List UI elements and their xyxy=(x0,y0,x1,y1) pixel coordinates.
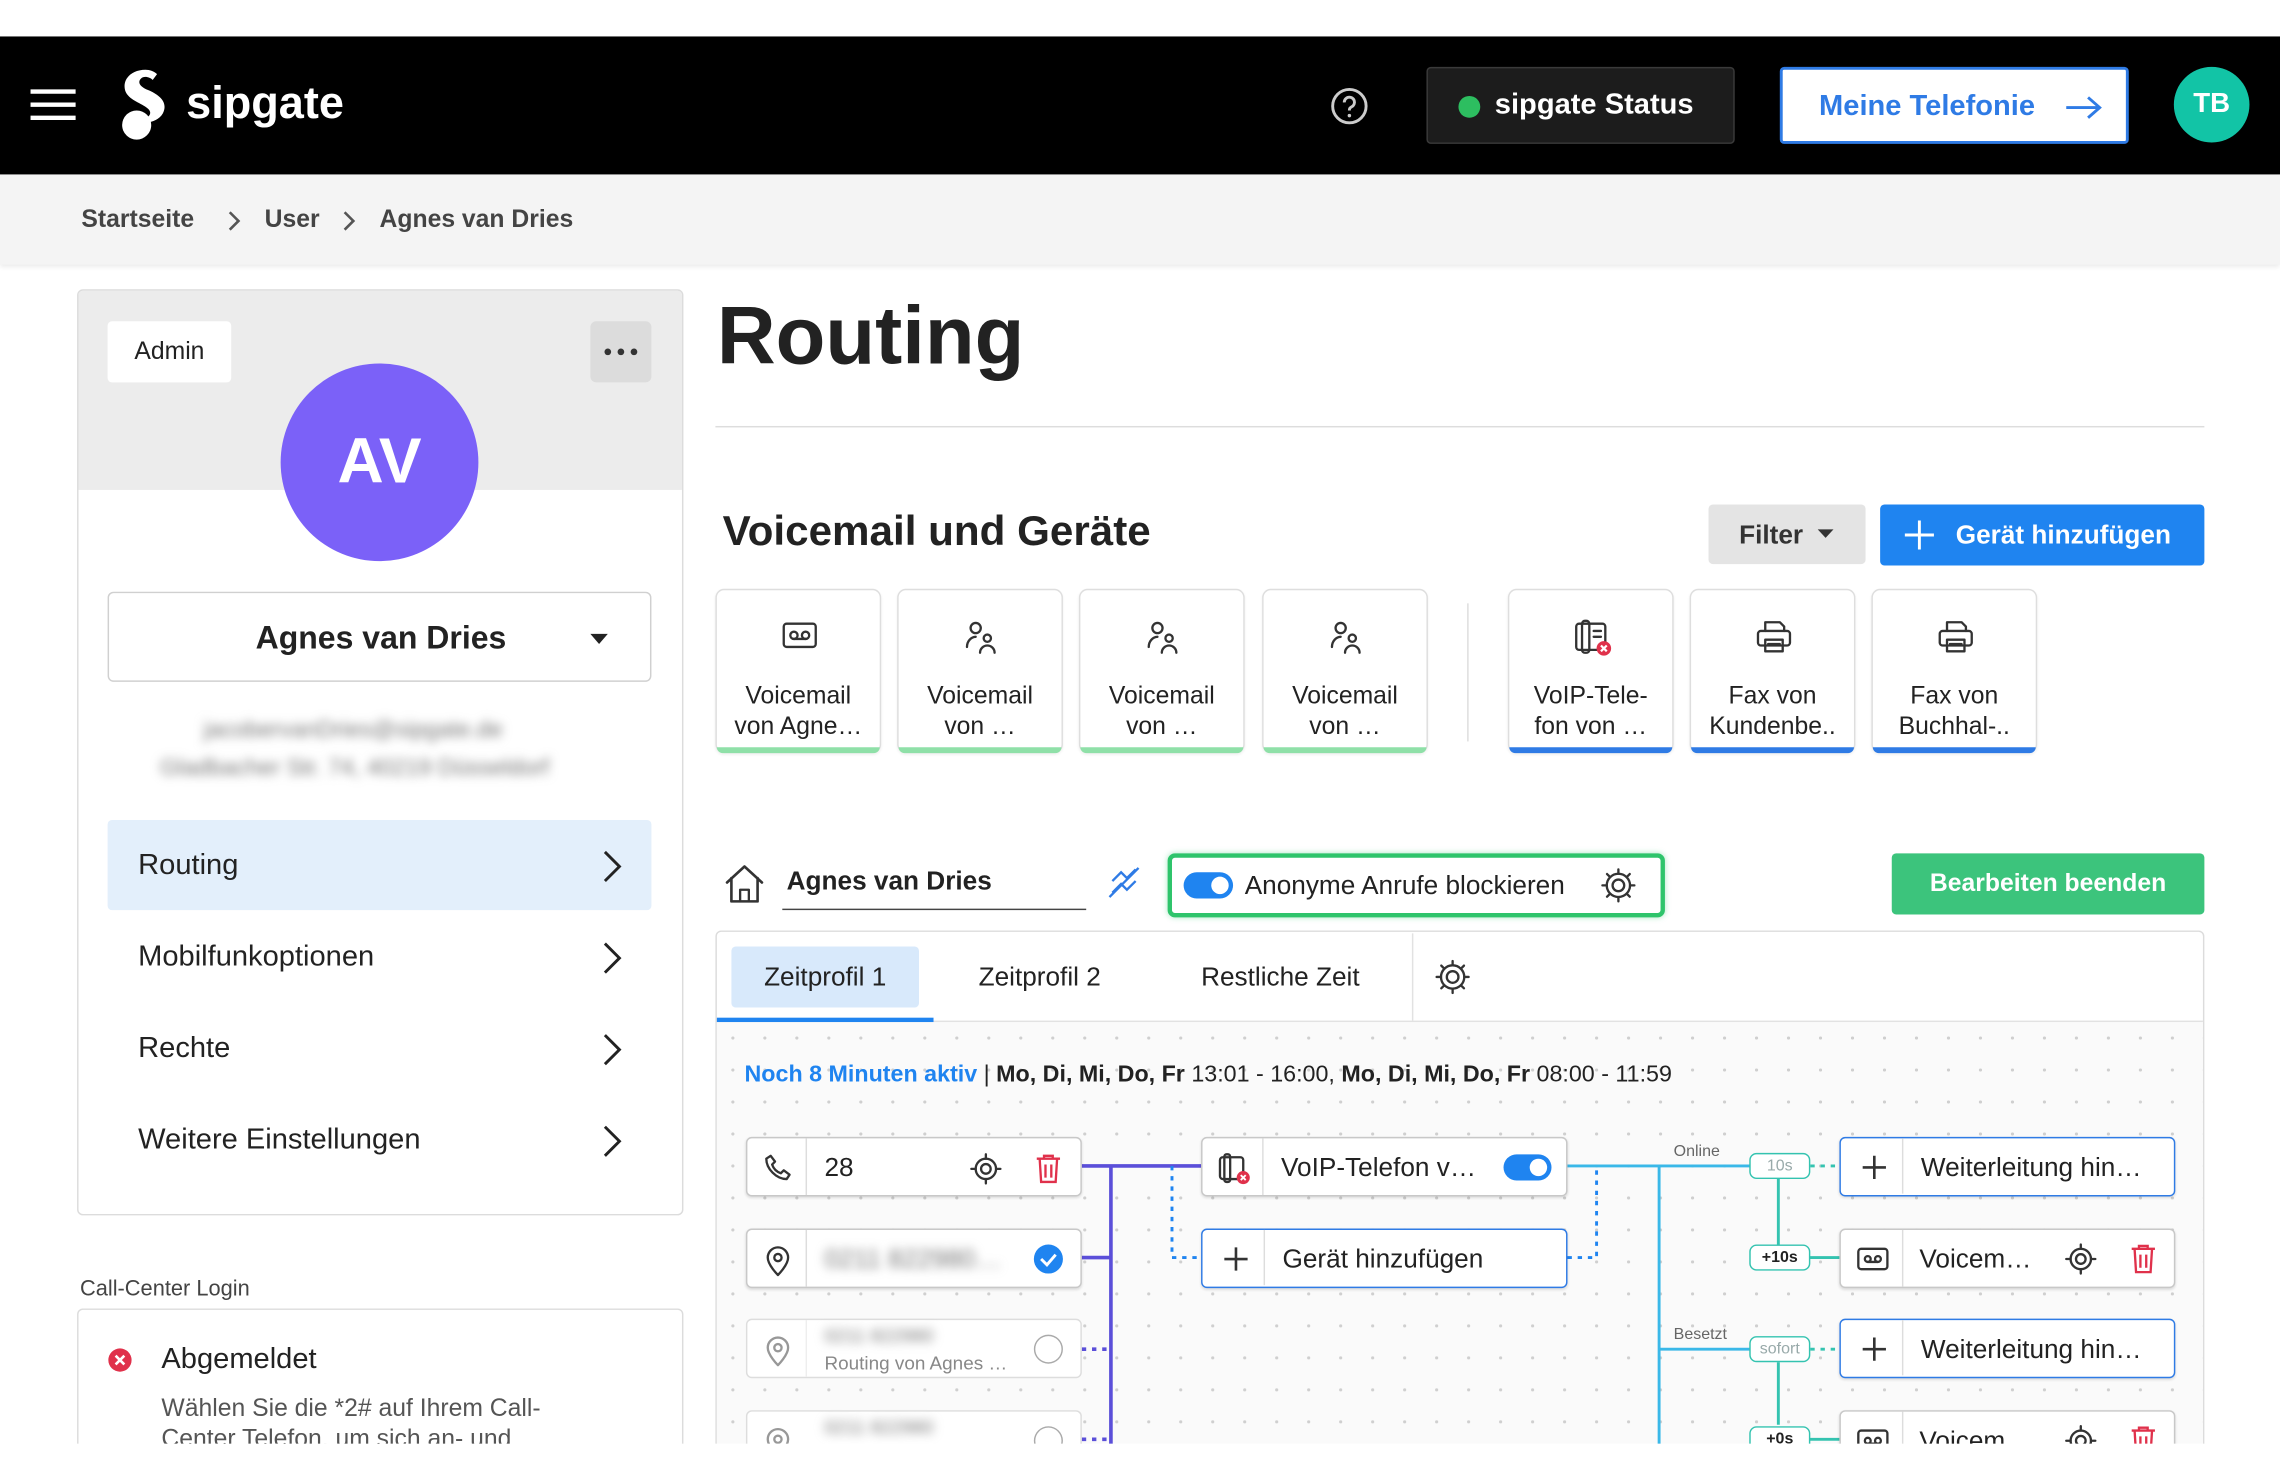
voicemail-node[interactable]: Voicem… xyxy=(1839,1228,2176,1289)
voip-phone-icon xyxy=(1217,1151,1252,1186)
location-number: 0211 822980… xyxy=(824,1244,1002,1274)
checkmark-icon[interactable] xyxy=(1033,1244,1063,1274)
plus-icon xyxy=(1860,1335,1889,1364)
trash-icon[interactable] xyxy=(1035,1153,1061,1185)
device-node[interactable]: VoIP-Telefon v… xyxy=(1201,1136,1568,1197)
plus-icon xyxy=(1860,1153,1889,1182)
gear-icon[interactable] xyxy=(970,1153,1002,1185)
device-node-label: VoIP-Telefon v… xyxy=(1281,1152,1477,1182)
routing-option-node[interactable]: 0211 822980 Routing von Agnes … xyxy=(745,1318,1082,1379)
number-node[interactable]: 28 xyxy=(745,1136,1082,1197)
forward-node-label: Weiterleitung hin… xyxy=(1920,1334,2142,1364)
delay-pill[interactable]: 10s xyxy=(1749,1152,1811,1180)
location-pin-icon xyxy=(765,1244,791,1277)
routing-number: 0211 822980 xyxy=(824,1416,934,1438)
device-toggle[interactable] xyxy=(1503,1154,1552,1181)
voicemail-node-label: Voicem… xyxy=(1919,1244,2032,1274)
location-pin-icon xyxy=(765,1335,791,1367)
trash-icon[interactable] xyxy=(2130,1243,2156,1275)
add-device-node-label: Gerät hinzufügen xyxy=(1282,1244,1484,1274)
bottom-edge xyxy=(0,1443,2280,1480)
top-edge xyxy=(0,0,2280,37)
online-tag: Online xyxy=(1673,1142,1720,1161)
number-value: 28 xyxy=(824,1152,854,1182)
voicemail-icon xyxy=(1857,1244,1889,1273)
location-node[interactable]: 0211 822980… xyxy=(745,1228,1082,1289)
delay-pill[interactable]: +10s xyxy=(1749,1244,1811,1271)
forward-node[interactable]: Weiterleitung hin… xyxy=(1839,1136,2176,1197)
radio-empty-icon[interactable] xyxy=(1033,1334,1063,1364)
add-device-node[interactable]: Gerät hinzufügen xyxy=(1201,1228,1568,1289)
routing-number: 0211 822980 xyxy=(824,1324,934,1347)
plus-icon xyxy=(1221,1244,1250,1273)
forward-node[interactable]: Weiterleitung hin… xyxy=(1839,1318,2176,1379)
gear-icon[interactable] xyxy=(2065,1243,2097,1275)
busy-tag: Besetzt xyxy=(1673,1325,1727,1344)
routing-text: Routing von Agnes … xyxy=(824,1352,1008,1374)
phone-icon xyxy=(763,1153,792,1182)
delay-pill[interactable]: sofort xyxy=(1749,1336,1811,1363)
forward-node-label: Weiterleitung hin… xyxy=(1920,1152,2142,1182)
